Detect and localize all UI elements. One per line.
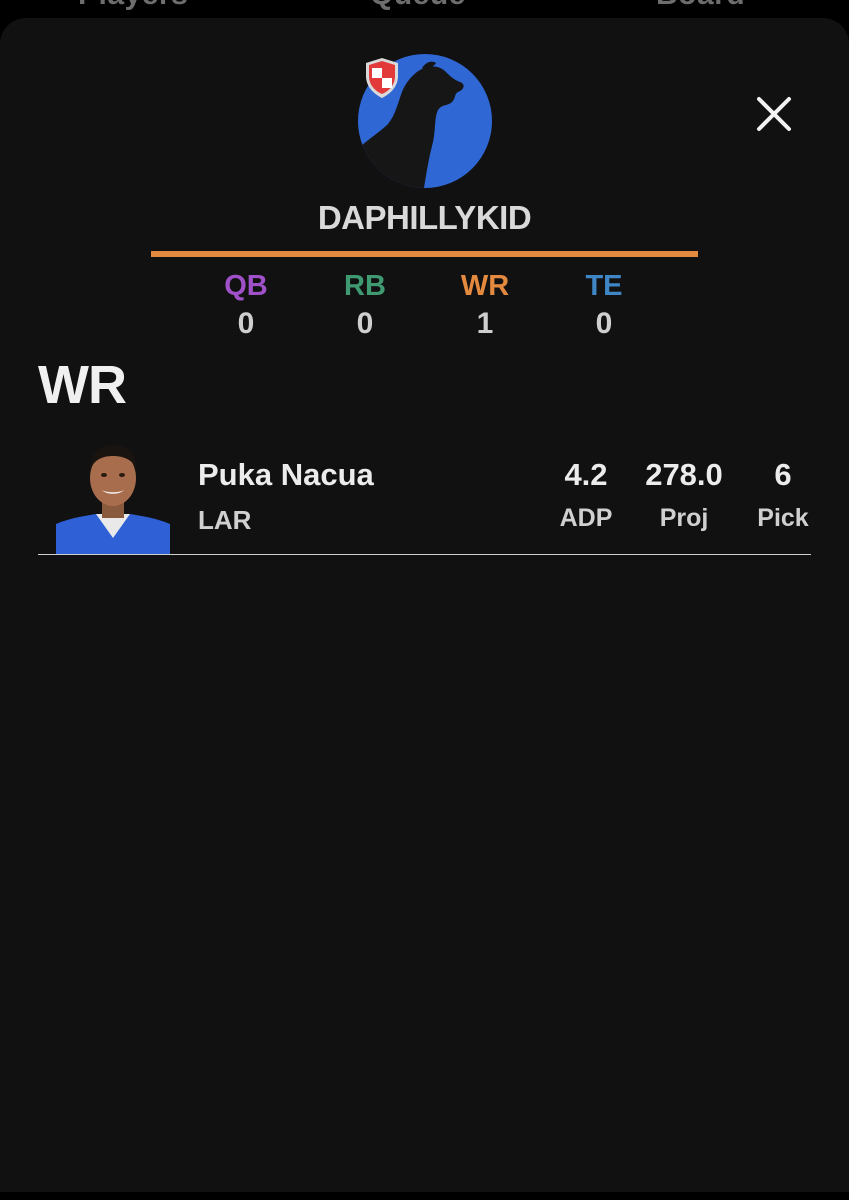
position-label: WR (460, 270, 510, 302)
stat-value: 4.2 (564, 457, 608, 492)
stat-adp: 4.2 ADP (531, 455, 641, 541)
player-headshot (56, 440, 170, 554)
player-row[interactable]: Puka Nacua LAR 4.2 ADP 278.0 Proj 6 Pick (38, 440, 811, 555)
position-count-qb: QB 0 (186, 268, 306, 344)
position-counts: QB 0 RB 0 WR 1 TE 0 (186, 268, 666, 348)
stat-value: 278.0 (645, 457, 723, 492)
player-name: Puka Nacua (198, 457, 374, 492)
stat-value: 6 (774, 457, 792, 492)
stat-label: Proj (659, 504, 709, 532)
team-detail-sheet: DAPHILLYKID QB 0 RB 0 WR 1 TE 0 WR Puka … (0, 18, 849, 1192)
shield-badge-icon (362, 56, 402, 100)
position-count-rb: RB 0 (305, 268, 425, 344)
stat-label: Pick (757, 504, 809, 532)
position-count: 0 (237, 307, 255, 340)
section-title: WR (38, 355, 127, 415)
position-count: 0 (595, 307, 613, 340)
accent-divider (151, 251, 698, 257)
position-label: RB (344, 270, 386, 302)
tab-players[interactable]: Players (78, 0, 188, 12)
position-count: 1 (476, 307, 494, 340)
position-count: 0 (356, 307, 374, 340)
position-count-te: TE 0 (544, 268, 664, 344)
username: DAPHILLYKID (317, 199, 532, 236)
position-count-wr: WR 1 (425, 268, 545, 344)
top-tab-bar: Players Queue Board (0, 0, 849, 20)
position-label: TE (585, 270, 623, 302)
stat-pick: 6 Pick (728, 455, 838, 541)
player-team: LAR (198, 505, 252, 535)
user-avatar (358, 54, 492, 188)
position-label: QB (224, 270, 268, 302)
close-icon (757, 97, 791, 131)
tab-board[interactable]: Board (656, 0, 745, 12)
tab-queue[interactable]: Queue (370, 0, 466, 12)
close-button[interactable] (752, 92, 796, 136)
stat-proj: 278.0 Proj (629, 455, 739, 541)
stat-label: ADP (559, 504, 613, 532)
bottom-edge (0, 1192, 849, 1200)
